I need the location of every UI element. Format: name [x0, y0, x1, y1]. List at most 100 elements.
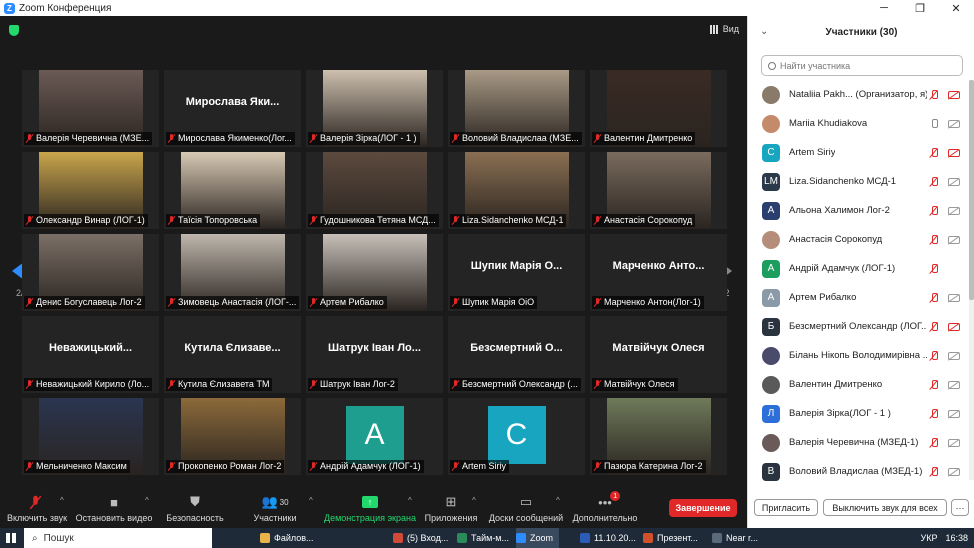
camera-off-icon[interactable] [948, 322, 960, 331]
participant-row[interactable]: Валентин Дмитренко [748, 370, 970, 399]
security-shield-icon[interactable] [9, 25, 19, 36]
taskbar-app[interactable]: Файлов... [260, 528, 320, 548]
participant-row[interactable]: Nataliia Pakh... (Организатор, я) [748, 80, 970, 109]
chevron-up-icon[interactable]: ^ [472, 496, 476, 505]
clock[interactable]: 16:38 [945, 533, 968, 543]
minimize-icon[interactable]: ─ [866, 0, 902, 16]
chevron-up-icon[interactable]: ^ [309, 496, 313, 505]
mic-muted-icon[interactable] [930, 292, 938, 303]
camera-off-icon[interactable] [948, 380, 960, 389]
video-tile[interactable]: Шупик Марія О... Шупик Марія ОіО [448, 234, 585, 311]
camera-off-icon[interactable] [948, 293, 960, 302]
participant-search[interactable] [761, 55, 963, 76]
participant-row[interactable]: Білань Нікопь Володимирівна ... [748, 341, 970, 370]
taskbar-app[interactable]: Тайм-м... [457, 528, 515, 548]
video-tile[interactable]: Воловий Владислаа (МЗЕ... [448, 70, 585, 147]
mic-muted-icon[interactable] [930, 350, 938, 361]
mute-all-button[interactable]: Выключить звук для всех [823, 499, 947, 516]
chevron-up-icon[interactable]: ^ [60, 496, 64, 505]
video-tile[interactable]: Liza.Sidanchenko МСД-1 [448, 152, 585, 229]
unmute-button[interactable]: Включить звук [6, 494, 68, 523]
mic-muted-icon[interactable] [930, 205, 938, 216]
mic-muted-icon[interactable] [930, 263, 938, 274]
participant-row[interactable]: LM Liza.Sidanchenko МСД-1 [748, 167, 970, 196]
video-tile[interactable]: Кутила Єлизаве... Кутила Єлизавета ТМ [164, 316, 301, 393]
camera-off-icon[interactable] [948, 177, 960, 186]
view-button[interactable]: Вид [709, 24, 739, 34]
mic-muted-icon[interactable] [930, 466, 938, 477]
video-tile[interactable]: Валерія Зірка(ЛОГ - 1 ) [306, 70, 443, 147]
video-tile[interactable]: Прокопенко Роман Лог-2 [164, 398, 301, 475]
chevron-up-icon[interactable]: ^ [408, 496, 412, 505]
security-button[interactable]: ⛊ Безопасность [166, 494, 224, 523]
share-screen-button[interactable]: ↑ Демонстрация экрана [324, 494, 416, 523]
participant-row[interactable]: A Андрій Адамчук (ЛОГ-1) [748, 254, 970, 283]
video-tile[interactable]: Безсмертний О... Безсмертний Олександр (.… [448, 316, 585, 393]
taskbar-app[interactable]: Zoom [516, 528, 560, 548]
language-indicator[interactable]: УКР [921, 533, 938, 543]
video-tile[interactable]: Матвійчук Олеся Матвійчук Олеся [590, 316, 727, 393]
participant-row[interactable]: Л Валерія Зірка(ЛОГ - 1 ) [748, 399, 970, 428]
participant-row[interactable]: A Альона Халимон Лог-2 [748, 196, 970, 225]
participant-row[interactable]: Mariia Khudiakova [748, 109, 970, 138]
camera-off-icon[interactable] [948, 438, 960, 447]
taskbar-app[interactable]: (5) Вход... [393, 528, 454, 548]
mic-muted-icon[interactable] [930, 408, 938, 419]
video-tile[interactable]: Таїсія Топоровська [164, 152, 301, 229]
windows-start-icon[interactable] [6, 533, 16, 543]
video-tile[interactable]: Олександр Винар (ЛОГ-1) [22, 152, 159, 229]
mic-muted-icon[interactable] [930, 321, 938, 332]
video-tile[interactable]: Пазюра Катерина Лог-2 [590, 398, 727, 475]
camera-off-icon[interactable] [948, 119, 960, 128]
video-tile[interactable]: Мельниченко Максим [22, 398, 159, 475]
mic-muted-icon[interactable] [930, 89, 938, 100]
scrollbar[interactable] [969, 80, 974, 480]
maximize-icon[interactable]: ❐ [902, 0, 938, 16]
camera-off-icon[interactable] [948, 467, 960, 476]
video-tile[interactable]: Мирослава Яки... Мирослава Якименко(Лог..… [164, 70, 301, 147]
video-tile[interactable]: Валерія Черевична (МЗЕ... [22, 70, 159, 147]
camera-off-icon[interactable] [948, 235, 960, 244]
video-tile[interactable]: Денис Богуславець Лог-2 [22, 234, 159, 311]
participant-row[interactable]: B Воловий Владислаа (МЗЕД-1) [748, 457, 970, 486]
participants-button[interactable]: 👥 30 Участники [252, 494, 298, 523]
end-meeting-button[interactable]: Завершение [669, 499, 737, 517]
video-tile[interactable]: Артем Рибалко [306, 234, 443, 311]
apps-button[interactable]: ⊞ Приложения [424, 494, 478, 523]
mic-muted-icon[interactable] [930, 234, 938, 245]
participant-row[interactable]: Анастасія Сорокопуд [748, 225, 970, 254]
taskbar-app[interactable]: Near r... [712, 528, 764, 548]
chevron-up-icon[interactable]: ^ [145, 496, 149, 505]
camera-off-icon[interactable] [948, 351, 960, 360]
video-tile[interactable]: Анастасія Сорокопуд [590, 152, 727, 229]
video-tile[interactable]: Марченко Анто... Марченко Антон(Лог-1) [590, 234, 727, 311]
mic-muted-icon[interactable] [930, 147, 938, 158]
camera-off-icon[interactable] [948, 148, 960, 157]
stop-video-button[interactable]: ■ Остановить видео [76, 494, 153, 524]
camera-off-icon[interactable] [948, 206, 960, 215]
participant-row[interactable]: Валерія Черевична (МЗЕД-1) [748, 428, 970, 457]
invite-button[interactable]: Пригласить [754, 499, 818, 516]
taskbar-app[interactable]: Презент... [643, 528, 704, 548]
mic-muted-icon[interactable] [930, 176, 938, 187]
camera-off-icon[interactable] [948, 90, 960, 99]
video-tile[interactable]: A Андрій Адамчук (ЛОГ-1) [306, 398, 443, 475]
video-tile[interactable]: Зимовець Анастасія (ЛОГ-... [164, 234, 301, 311]
mic-icon[interactable] [930, 118, 938, 129]
video-tile[interactable]: Неважицький... Неважицький Кирило (Ло... [22, 316, 159, 393]
video-tile[interactable]: Валентин Дмитренко [590, 70, 727, 147]
video-tile[interactable]: C Artem Siriy [448, 398, 585, 475]
search-input[interactable] [780, 60, 950, 71]
more-button[interactable]: ••• 1 Дополнительно [572, 491, 638, 523]
mic-muted-icon[interactable] [930, 437, 938, 448]
participant-row[interactable]: C Artem Siriy [748, 138, 970, 167]
participant-row[interactable]: A Артем Рибалко [748, 283, 970, 312]
taskbar-search[interactable]: ⌕ Пошук [24, 528, 212, 548]
participant-row[interactable]: Б Безсмертний Олександр (ЛОГ... [748, 312, 970, 341]
video-tile[interactable]: Гудошникова Тетяна МСД... [306, 152, 443, 229]
chevron-up-icon[interactable]: ^ [556, 496, 560, 505]
mic-muted-icon[interactable] [930, 379, 938, 390]
panel-more-button[interactable]: ··· [951, 499, 969, 516]
camera-off-icon[interactable] [948, 409, 960, 418]
whiteboards-button[interactable]: ▭ Доски сообщений [488, 494, 564, 523]
